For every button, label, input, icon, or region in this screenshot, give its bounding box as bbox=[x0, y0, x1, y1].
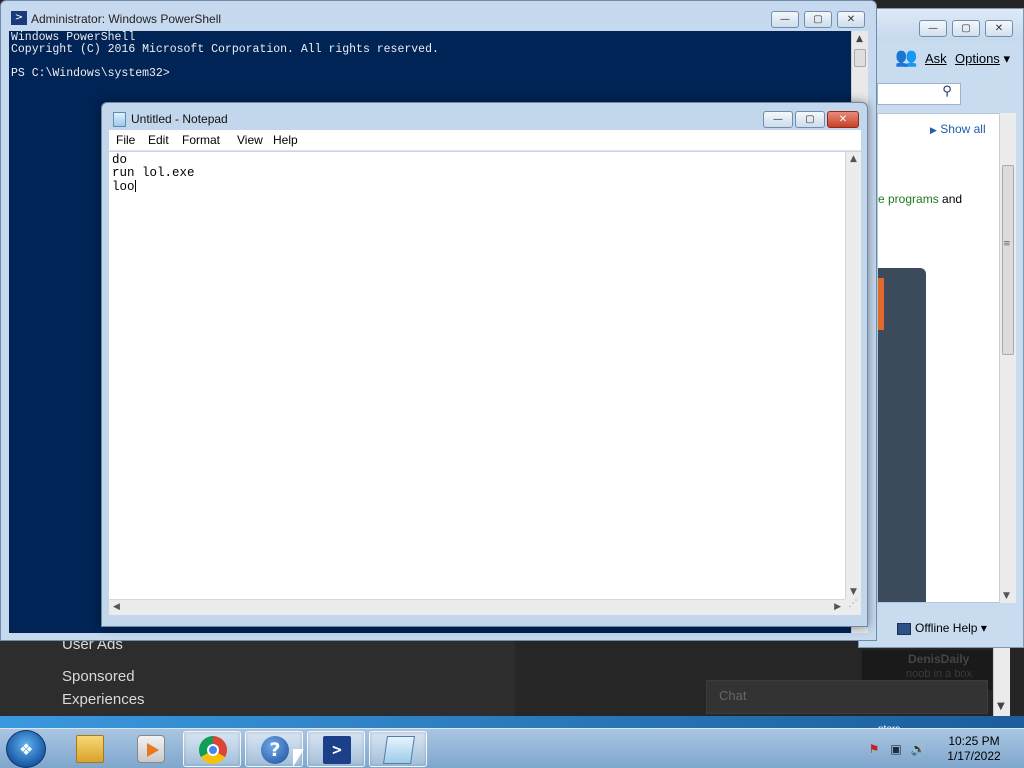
panel-accent-bar bbox=[878, 278, 884, 330]
windows-logo-icon: ❖ bbox=[19, 740, 34, 759]
options-menu[interactable]: Options ▾ bbox=[955, 51, 1010, 67]
help-programs-text: e programs and bbox=[878, 192, 1008, 206]
taskbar: ❖ ? > ⚑ ▣ 🔊 10:25 PM 1/17/2022 bbox=[0, 728, 1024, 768]
chevron-down-icon: ▾ bbox=[980, 621, 987, 635]
action-center-flag-icon[interactable]: ⚑ bbox=[866, 741, 882, 757]
notepad-icon bbox=[113, 112, 126, 127]
text-line: run lol.exe bbox=[112, 166, 195, 180]
taskbar-media-player[interactable] bbox=[122, 731, 180, 767]
powershell-icon: > bbox=[323, 736, 351, 764]
powershell-title-bar[interactable]: > Administrator: Windows PowerShell — ▢ … bbox=[1, 1, 876, 33]
chevron-down-icon: ▾ bbox=[1003, 51, 1010, 66]
ps-scroll-thumb[interactable] bbox=[854, 49, 866, 67]
help-scroll-thumb[interactable] bbox=[1002, 165, 1014, 355]
notepad-horizontal-scrollbar[interactable]: ◀ ▶ bbox=[109, 599, 845, 615]
menu-view[interactable]: View bbox=[237, 133, 263, 147]
taskbar-notepad[interactable] bbox=[369, 731, 427, 767]
help-minimize-button[interactable]: — bbox=[919, 20, 947, 37]
help-maximize-button[interactable]: ▢ bbox=[952, 20, 980, 37]
powershell-icon: > bbox=[11, 11, 27, 25]
scroll-down-arrow-icon[interactable]: ▼ bbox=[1003, 591, 1010, 601]
taskbar-explorer[interactable] bbox=[61, 731, 119, 767]
show-all-link[interactable]: ▶ Show all bbox=[930, 122, 986, 136]
notepad-window: Untitled - Notepad — ▢ ✕ File Edit Forma… bbox=[101, 102, 868, 627]
offline-help-label: Offline Help bbox=[915, 621, 978, 635]
help-scrollbar[interactable]: ≡ ▼ bbox=[999, 113, 1016, 603]
notepad-vertical-scrollbar[interactable]: ▲ ▼ bbox=[845, 152, 861, 599]
ps-close-button[interactable]: ✕ bbox=[837, 11, 865, 28]
ps-maximize-button[interactable]: ▢ bbox=[804, 11, 832, 28]
clock-time: 10:25 PM bbox=[948, 734, 1000, 748]
grip-icon: ≡ bbox=[1003, 239, 1011, 249]
text-caret bbox=[134, 180, 136, 192]
resize-grip-icon[interactable]: ⋰ bbox=[845, 599, 861, 615]
text-line-current: loo bbox=[112, 180, 842, 194]
help-toolbar: 👥 Ask Options ▾ bbox=[859, 43, 1023, 77]
widget-subtitle: noob in a box bbox=[906, 668, 973, 680]
notepad-title: Untitled - Notepad bbox=[131, 112, 228, 126]
options-label: Options bbox=[955, 51, 1000, 66]
scroll-up-arrow-icon[interactable]: ▲ bbox=[850, 154, 857, 164]
ps-minimize-button[interactable]: — bbox=[771, 11, 799, 28]
clock-date: 1/17/2022 bbox=[947, 749, 1001, 763]
help-title-bar[interactable]: — ▢ ✕ bbox=[859, 9, 1023, 41]
help-search-input[interactable]: ⚲ bbox=[877, 83, 961, 105]
chevron-right-icon: ▶ bbox=[930, 125, 937, 135]
browser-footer-panel: User Ads Sponsored Experiences bbox=[0, 636, 515, 716]
powershell-title: Administrator: Windows PowerShell bbox=[31, 12, 222, 26]
ask-people-icon[interactable]: 👥 bbox=[895, 47, 917, 68]
notepad-close-button[interactable]: ✕ bbox=[827, 111, 859, 128]
scroll-down-arrow-icon[interactable]: ▼ bbox=[997, 701, 1005, 712]
scroll-left-arrow-icon[interactable]: ◀ bbox=[113, 602, 120, 612]
help-content-pane: ▶ Show all e programs and nters bbox=[877, 113, 1008, 735]
taskbar-powershell[interactable]: > bbox=[307, 731, 365, 767]
sponsored-link[interactable]: Sponsored bbox=[62, 668, 135, 685]
scroll-right-arrow-icon[interactable]: ▶ bbox=[834, 602, 841, 612]
notepad-icon bbox=[383, 736, 415, 764]
help-feature-panel: nters bbox=[878, 268, 926, 735]
chat-placeholder: Chat bbox=[719, 688, 747, 703]
show-all-label: Show all bbox=[940, 122, 986, 136]
network-icon[interactable]: ▣ bbox=[888, 741, 904, 757]
programs-rest-text: and bbox=[938, 192, 963, 206]
notepad-minimize-button[interactable]: — bbox=[763, 111, 793, 128]
notepad-menu-bar: File Edit Format View Help bbox=[109, 130, 861, 151]
help-status-bar: Offline Help ▾ bbox=[859, 607, 1023, 649]
widget-title: DenisDaily bbox=[908, 652, 970, 666]
start-button[interactable]: ❖ bbox=[6, 730, 46, 768]
help-close-button[interactable]: ✕ bbox=[985, 20, 1013, 37]
menu-help[interactable]: Help bbox=[273, 133, 298, 147]
chrome-icon bbox=[199, 736, 227, 764]
text-line: do bbox=[112, 153, 128, 167]
programs-link[interactable]: e programs bbox=[878, 192, 939, 206]
mouse-pointer-icon bbox=[292, 748, 305, 768]
ask-button[interactable]: Ask bbox=[925, 51, 947, 66]
text-line: loo bbox=[112, 180, 135, 194]
notepad-text-area[interactable]: do run lol.exe loo bbox=[109, 152, 845, 599]
monitor-icon bbox=[897, 623, 911, 635]
scroll-up-arrow-icon[interactable]: ▲ bbox=[856, 34, 863, 44]
scroll-down-arrow-icon[interactable]: ▼ bbox=[850, 587, 857, 597]
taskbar-clock[interactable]: 10:25 PM 1/17/2022 bbox=[938, 734, 1010, 764]
menu-format[interactable]: Format bbox=[182, 133, 220, 147]
search-icon[interactable]: ⚲ bbox=[934, 84, 960, 104]
help-and-support-window: — ▢ ✕ 👥 Ask Options ▾ ⚲ ▶ Show all e pro… bbox=[858, 8, 1024, 735]
taskbar-chrome[interactable] bbox=[183, 731, 241, 767]
folder-icon bbox=[76, 735, 104, 763]
system-tray: ⚑ ▣ 🔊 bbox=[864, 741, 934, 759]
menu-edit[interactable]: Edit bbox=[148, 133, 169, 147]
experiences-link[interactable]: Experiences bbox=[62, 691, 145, 708]
notepad-maximize-button[interactable]: ▢ bbox=[795, 111, 825, 128]
media-player-icon bbox=[137, 735, 165, 763]
help-icon: ? bbox=[261, 736, 289, 764]
chat-input[interactable]: Chat bbox=[706, 680, 988, 714]
menu-file[interactable]: File bbox=[116, 133, 135, 147]
offline-help-menu[interactable]: Offline Help ▾ bbox=[915, 621, 987, 635]
console-line: Copyright (C) 2016 Microsoft Corporation… bbox=[11, 43, 439, 56]
volume-icon[interactable]: 🔊 bbox=[910, 741, 926, 757]
console-prompt: PS C:\Windows\system32> bbox=[11, 67, 170, 80]
